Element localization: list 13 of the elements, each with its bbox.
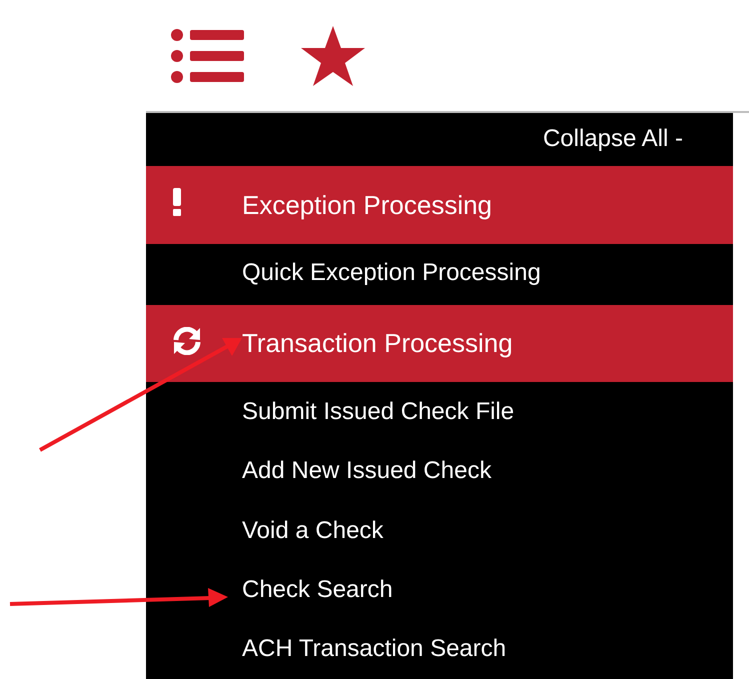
collapse-all-button[interactable]: Collapse All - bbox=[542, 120, 683, 157]
menu-section-header[interactable]: Transaction Processing bbox=[146, 304, 733, 382]
menu-link[interactable]: ACH Transaction Search bbox=[242, 631, 506, 668]
menu-section-header[interactable]: Exception Processing bbox=[146, 166, 733, 244]
refresh-icon bbox=[172, 326, 202, 355]
exclamation-icon bbox=[172, 188, 182, 216]
menu-link[interactable]: Void a Check bbox=[242, 512, 384, 549]
list-icon[interactable] bbox=[170, 28, 244, 84]
menu-link[interactable]: Submit Issued Check File bbox=[242, 394, 514, 430]
star-icon[interactable] bbox=[300, 24, 366, 86]
menu-link[interactable]: Add New Issued Check bbox=[242, 453, 492, 490]
menu-link[interactable]: Quick Exception Processing bbox=[242, 255, 541, 292]
menu-link[interactable]: Check Search bbox=[242, 572, 393, 608]
